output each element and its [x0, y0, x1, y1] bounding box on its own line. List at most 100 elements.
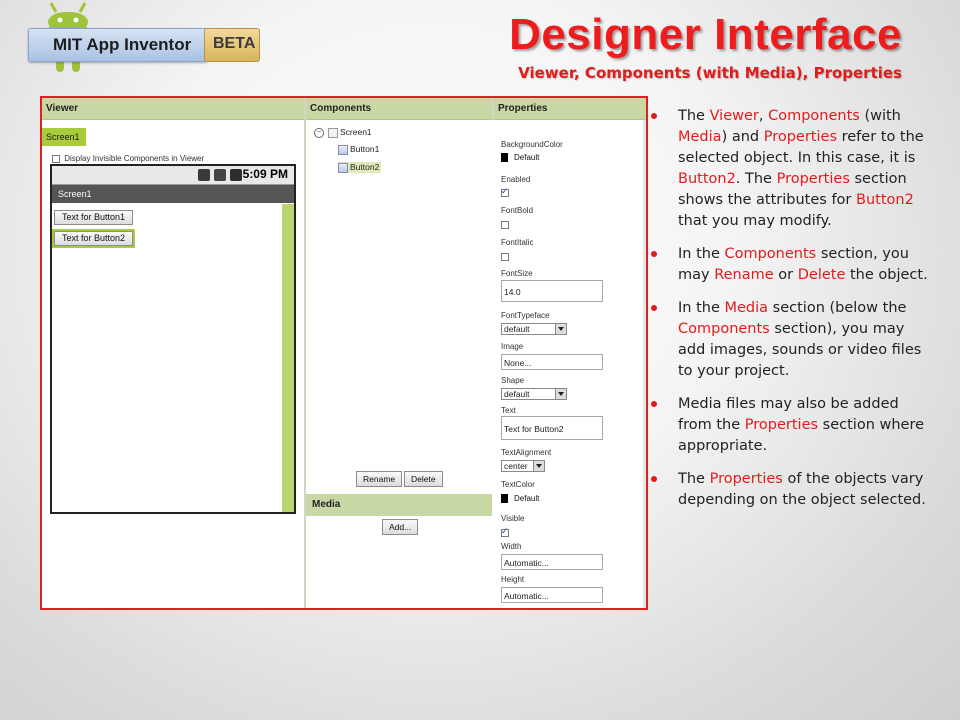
display-invisible-checkbox[interactable] — [52, 154, 60, 163]
prop-backgroundcolor-text: Default — [514, 153, 540, 162]
tree-label-button1: Button1 — [350, 144, 380, 154]
prop-shape-text: default — [504, 389, 530, 399]
media-header: Media — [306, 494, 494, 516]
bullet-item: The Properties of the objects vary depen… — [650, 469, 932, 511]
prop-image-label: Image — [501, 342, 524, 351]
color-swatch — [501, 153, 508, 163]
add-media-button[interactable]: Add... — [382, 519, 419, 535]
prop-visible-checkbox[interactable] — [501, 526, 509, 537]
prop-fontitalic-checkbox[interactable] — [501, 252, 509, 261]
prop-shape-select[interactable]: default — [501, 388, 567, 400]
prop-backgroundcolor-value[interactable]: Default — [501, 153, 540, 163]
highlight-term: Button2 — [856, 192, 914, 208]
logo-wordmark: MIT App Inventor — [28, 28, 208, 62]
bullet-text: the object. — [845, 267, 928, 283]
chevron-down-icon — [533, 461, 544, 471]
bullet-text: The — [678, 471, 710, 487]
phone-scrollbar[interactable] — [282, 204, 294, 512]
prop-textcolor-text: Default — [514, 494, 540, 503]
bullet-item: In the Components section, you may Renam… — [650, 244, 932, 286]
bullet-item: Media files may also be added from the P… — [650, 394, 932, 457]
chevron-down-icon — [555, 389, 566, 399]
button-icon — [338, 162, 348, 173]
prop-fontitalic-checkbox-wrap — [501, 252, 509, 261]
preview-button2[interactable]: Text for Button2 — [51, 229, 136, 248]
tree-node-screen1[interactable]: − Screen1 — [314, 127, 372, 138]
prop-text-label: Text — [501, 406, 516, 415]
prop-fontbold-checkbox[interactable] — [501, 220, 509, 229]
delete-button[interactable]: Delete — [404, 471, 443, 487]
prop-textalignment-select[interactable]: center — [501, 460, 545, 472]
display-invisible-option[interactable]: Display Invisible Components in Viewer — [52, 154, 204, 163]
tree-node-button1[interactable]: Button1 — [338, 144, 379, 155]
prop-height-picker[interactable]: Automatic... — [501, 587, 603, 603]
prop-enabled-checkbox[interactable] — [501, 186, 509, 197]
screen-tab[interactable]: Screen1 — [42, 128, 86, 146]
chevron-down-icon — [555, 324, 566, 334]
prop-fontsize-label: FontSize — [501, 269, 533, 278]
explanation-list: The Viewer, Components (with Media) and … — [650, 106, 932, 523]
highlight-term: Properties — [763, 129, 837, 145]
prop-fonttypeface-select[interactable]: default — [501, 323, 567, 335]
bullet-text: , — [758, 108, 769, 124]
signal-icon — [214, 169, 226, 181]
beta-badge: BETA — [204, 28, 260, 62]
prop-height-label: Height — [501, 575, 525, 584]
bullet-text: In the — [678, 300, 725, 316]
prop-width-picker[interactable]: Automatic... — [501, 554, 603, 570]
prop-fonttypeface-text: default — [504, 324, 530, 334]
highlight-term: Button2 — [678, 171, 736, 187]
bullet-text: ) and — [721, 129, 764, 145]
prop-enabled-label: Enabled — [501, 175, 531, 184]
phone-preview: 5:09 PM Screen1 Text for Button1 Text fo… — [50, 164, 296, 514]
properties-panel: BackgroundColor Default Enabled FontBold… — [492, 120, 646, 608]
prop-textcolor-value[interactable]: Default — [501, 494, 540, 504]
bullet-item: The Viewer, Components (with Media) and … — [650, 106, 932, 232]
bullet-text: . The — [735, 171, 777, 187]
prop-fonttypeface-label: FontTypeface — [501, 311, 550, 320]
bullet-text: (with — [859, 108, 901, 124]
highlight-term: Rename — [714, 267, 774, 283]
highlight-term: Components — [768, 108, 860, 124]
app-inventor-logo: MIT App Inventor BETA — [14, 0, 260, 72]
bullet-text: The — [678, 108, 710, 124]
highlight-term: Media — [678, 129, 722, 145]
components-header: Components — [306, 98, 492, 120]
bullet-item: In the Media section (below the Componen… — [650, 298, 932, 382]
highlight-term: Components — [724, 246, 817, 262]
notification-icon — [198, 169, 210, 181]
screen-icon — [328, 127, 338, 138]
color-swatch — [501, 494, 508, 504]
highlight-term: Components — [678, 321, 770, 337]
preview-button1[interactable]: Text for Button1 — [54, 210, 134, 225]
bullet-text: In the — [678, 246, 725, 262]
viewer-header: Viewer — [42, 98, 304, 120]
properties-header: Properties — [494, 98, 646, 120]
tree-node-button2[interactable]: Button2 — [338, 162, 382, 173]
prop-enabled-checkbox-wrap — [501, 186, 509, 197]
highlight-term: Properties — [709, 471, 783, 487]
slide-subtitle: Viewer, Components (with Media), Propert… — [518, 64, 902, 82]
collapse-icon[interactable]: − — [314, 127, 324, 138]
prop-text-input[interactable]: Text for Button2 — [501, 416, 603, 440]
highlight-term: Delete — [797, 267, 846, 283]
designer-screenshot: Viewer Screen1 Display Invisible Compone… — [40, 96, 648, 610]
highlight-term: Properties — [776, 171, 850, 187]
phone-clock: 5:09 PM — [242, 167, 288, 181]
prop-fontsize-input[interactable]: 14.0 — [501, 280, 603, 302]
properties-scrollbar[interactable] — [643, 120, 646, 608]
prop-textalignment-label: TextAlignment — [501, 448, 552, 457]
highlight-term: Media — [724, 300, 769, 316]
slide-title: Designer Interface — [509, 10, 902, 59]
highlight-term: Properties — [744, 417, 819, 433]
phone-title-bar: Screen1 — [52, 185, 294, 203]
prop-textalignment-text: center — [504, 461, 528, 471]
phone-status-bar: 5:09 PM — [52, 166, 294, 185]
rename-button[interactable]: Rename — [356, 471, 403, 487]
tree-label-screen1: Screen1 — [340, 127, 372, 137]
prop-image-picker[interactable]: None... — [501, 354, 603, 370]
display-invisible-label: Display Invisible Components in Viewer — [64, 154, 205, 163]
prop-visible-checkbox-wrap — [501, 526, 509, 537]
highlight-term: Viewer — [709, 108, 759, 124]
bullet-text: or — [773, 267, 798, 283]
